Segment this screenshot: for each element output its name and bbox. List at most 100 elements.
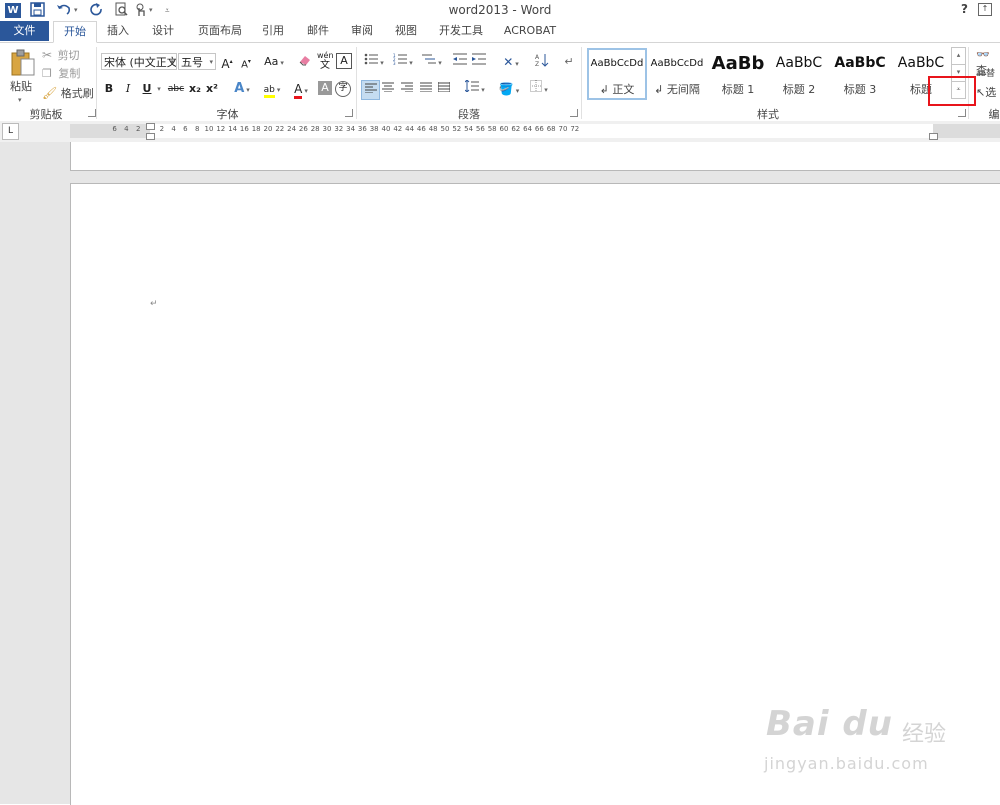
clear-format-button[interactable] — [297, 53, 313, 71]
font-size-combo[interactable]: 五号 ▾ — [178, 53, 216, 70]
justify-icon — [420, 82, 432, 93]
first-line-indent-marker[interactable] — [146, 123, 155, 130]
gallery-scroll-up-icon[interactable]: ▴ — [951, 47, 966, 65]
phonetic-guide-button[interactable]: wén 文 — [317, 51, 334, 71]
character-border-button[interactable]: A — [336, 53, 352, 69]
ruler-tick-label: 2 — [135, 125, 141, 133]
decrease-indent-button[interactable] — [452, 53, 468, 71]
grow-font-button[interactable]: A▴ — [220, 53, 234, 71]
tab-selector[interactable]: L — [2, 123, 19, 140]
tab-view[interactable]: 视图 — [392, 21, 420, 41]
tab-design[interactable]: 设计 — [149, 21, 177, 41]
select-button[interactable]: ↖选 — [976, 85, 996, 101]
highlighter-icon: ab — [263, 85, 275, 98]
underline-button[interactable]: U — [140, 80, 154, 98]
text-effects-button[interactable]: A ▾ — [229, 80, 255, 98]
baidu-watermark: Bai du 经验 jingyan.baidu.com — [762, 690, 962, 790]
distributed-icon — [437, 82, 451, 93]
chinese-layout-button[interactable]: ✕ ▾ — [498, 53, 524, 71]
right-indent-marker[interactable] — [929, 133, 938, 140]
bullets-button[interactable]: ▾ — [361, 53, 387, 71]
ribbon-home: 粘贴 ▾ ✂ 剪切 ❐ 复制 🖌 格式刷 剪贴板 宋体 (中文正文 ▾ 五号 ▾… — [0, 42, 1000, 122]
chevron-down-icon: ▾ — [209, 58, 213, 66]
ribbon-display-options-icon[interactable]: ↑ — [978, 3, 992, 16]
tab-references[interactable]: 引用 — [259, 21, 287, 41]
font-size-value: 五号 — [181, 56, 203, 69]
paragraph-launcher-icon[interactable] — [570, 109, 578, 117]
align-left-button[interactable] — [361, 80, 380, 100]
left-indent-marker[interactable] — [146, 133, 155, 140]
group-divider — [356, 47, 357, 119]
paintbrush-icon: 🖌 — [42, 86, 58, 100]
ruler-tick-label: 72 — [570, 125, 580, 133]
paragraph-mark: ↵ — [150, 299, 158, 309]
style-heading-2[interactable]: AaBbC 标题 2 — [769, 48, 827, 98]
copy-icon: ❐ — [42, 67, 52, 80]
justify-button[interactable] — [418, 80, 434, 98]
style-name: 标题 3 — [843, 83, 877, 96]
tab-home[interactable]: 开始 — [53, 21, 97, 43]
styles-launcher-icon[interactable] — [958, 109, 966, 117]
cut-button[interactable]: ✂ 剪切 — [42, 47, 80, 64]
borders-icon — [530, 80, 543, 92]
distributed-button[interactable] — [436, 80, 452, 98]
horizontal-ruler[interactable]: 6 4 2 2 4 6 8 10 12 14 16 18 20 22 24 26 28 30 32 34 36 38 40 4… — [70, 123, 1000, 140]
sort-button[interactable]: AZ — [534, 53, 550, 71]
font-launcher-icon[interactable] — [345, 109, 353, 117]
style-sample: AaBbC — [834, 55, 886, 71]
eraser-icon — [299, 56, 310, 66]
tab-page-layout[interactable]: 页面布局 — [195, 21, 245, 41]
multilevel-list-button[interactable]: ▾ — [419, 53, 445, 71]
style-name: ↲ 无间隔 — [654, 83, 700, 96]
font-color-button[interactable]: A ▾ — [288, 80, 314, 99]
align-right-button[interactable] — [399, 80, 415, 98]
cursor-icon: ↖ — [976, 86, 986, 99]
borders-button[interactable]: ▾ — [526, 80, 552, 98]
replace-button[interactable]: ab替 — [976, 66, 995, 82]
show-marks-button[interactable]: ↵ — [562, 53, 576, 71]
style-heading-3[interactable]: AaBbC 标题 3 — [830, 48, 888, 98]
highlight-button[interactable]: ab ▾ — [259, 80, 285, 98]
clipboard-launcher-icon[interactable] — [88, 109, 96, 117]
numbering-button[interactable]: 1 2 3 ▾ — [390, 53, 416, 71]
chinese-layout-icon: ✕ — [503, 55, 514, 69]
italic-button[interactable]: I — [121, 80, 135, 98]
style-heading-1[interactable]: AaBb 标题 1 — [708, 48, 766, 98]
tab-developer[interactable]: 开发工具 — [436, 21, 486, 41]
previous-page — [70, 142, 1000, 171]
styles-gallery: AaBbCcDd ↲ 正文 AaBbCcDd ↲ 无间隔 AaBb 标题 1 A… — [586, 46, 966, 102]
decrease-indent-icon — [453, 53, 467, 65]
style-name: 标题 2 — [782, 83, 816, 96]
bold-button[interactable]: B — [102, 80, 116, 98]
style-no-spacing[interactable]: AaBbCcDd ↲ 无间隔 — [647, 48, 705, 98]
font-name-combo[interactable]: 宋体 (中文正文 ▾ — [101, 53, 177, 70]
ribbon-tabs: 文件 开始 插入 设计 页面布局 引用 邮件 审阅 视图 开发工具 ACROBA… — [0, 21, 1000, 43]
bullets-icon — [364, 53, 379, 65]
align-center-button[interactable] — [380, 80, 396, 98]
character-shading-button[interactable]: A — [318, 81, 332, 95]
increase-indent-button[interactable] — [471, 53, 487, 71]
paint-bucket-icon: 🪣 — [498, 82, 514, 96]
strikethrough-button[interactable]: abc — [166, 80, 186, 98]
tab-insert[interactable]: 插入 — [104, 21, 132, 41]
enclose-characters-button[interactable]: 字 — [335, 81, 351, 97]
tab-review[interactable]: 审阅 — [348, 21, 376, 41]
shading-button[interactable]: 🪣 ▾ — [496, 80, 522, 98]
paragraph-group-label: 段落 — [458, 108, 480, 121]
superscript-button[interactable]: x² — [205, 80, 219, 98]
shrink-font-button[interactable]: A▾ — [239, 53, 253, 71]
copy-button[interactable]: ❐ 复制 — [42, 66, 80, 82]
format-painter-button[interactable]: 🖌 格式刷 — [42, 85, 94, 102]
tab-acrobat[interactable]: ACROBAT — [502, 21, 558, 41]
subscript-button[interactable]: x₂ — [188, 80, 202, 98]
styles-group-label: 样式 — [757, 108, 779, 121]
tab-file[interactable]: 文件 — [0, 21, 49, 41]
scissors-icon: ✂ — [42, 48, 53, 62]
paste-button[interactable]: 粘贴 ▾ — [8, 47, 38, 104]
change-case-button[interactable]: Aa ▾ — [262, 53, 286, 71]
tab-mailings[interactable]: 邮件 — [304, 21, 332, 41]
line-spacing-button[interactable]: ▾ — [462, 79, 488, 98]
style-normal[interactable]: AaBbCcDd ↲ 正文 — [587, 48, 647, 100]
help-button[interactable]: ? — [961, 2, 968, 16]
underline-dropdown-icon[interactable]: ▾ — [155, 80, 163, 98]
